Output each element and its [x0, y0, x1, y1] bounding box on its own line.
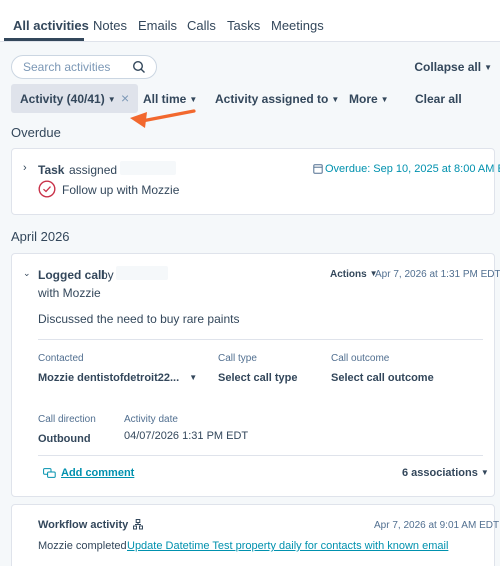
divider [38, 455, 483, 456]
workflow-link[interactable]: Update Datetime Test property daily for … [127, 540, 448, 552]
tab-all-activities[interactable]: All activities [13, 18, 89, 33]
associations-label: 6 associations [402, 467, 478, 479]
call-direction-label: Call direction [38, 414, 96, 425]
actions-dropdown[interactable]: Actions ▼ [330, 269, 378, 280]
workflow-text-prefix: Mozzie completed [38, 540, 127, 552]
activity-filter-label: Activity (40/41) [20, 92, 105, 106]
call-type-label: Call type [218, 353, 257, 364]
task-title[interactable]: Task [38, 163, 64, 177]
annotation-arrow-icon [130, 109, 196, 128]
tab-calls[interactable]: Calls [187, 18, 216, 33]
activity-date-label: Activity date [124, 414, 178, 425]
workflow-date: Apr 7, 2026 at 9:01 AM EDT [374, 520, 500, 531]
logged-call-card: ⌄ Logged call by with Mozzie Actions ▼ Ap… [11, 253, 500, 497]
workflow-icon [133, 519, 143, 530]
actions-label: Actions [330, 269, 367, 280]
tab-notes[interactable]: Notes [93, 18, 127, 33]
more-filter-label: More [349, 92, 378, 106]
call-date: Apr 7, 2026 at 1:31 PM EDT [375, 269, 500, 280]
contacted-value: Mozzie dentistofdetroit22... [38, 372, 180, 384]
divider [38, 339, 483, 340]
workflow-activity-card: Workflow activity Apr 7, 2026 at 9:01 AM… [11, 504, 499, 566]
time-filter-button[interactable]: All time ▼ [143, 92, 197, 106]
caret-down-icon: ▼ [189, 95, 198, 104]
call-by: by [101, 268, 114, 282]
call-body[interactable]: Discussed the need to buy rare paints [38, 312, 239, 326]
activity-date-input[interactable]: 04/07/2026 1:31 PM EDT [124, 430, 248, 442]
tab-emails[interactable]: Emails [138, 18, 177, 33]
tab-meetings[interactable]: Meetings [271, 18, 324, 33]
associations-dropdown[interactable]: 6 associations ▼ [402, 467, 489, 479]
task-text[interactable]: Follow up with Mozzie [62, 183, 179, 197]
section-april-2026: April 2026 [11, 229, 70, 244]
contacted-select[interactable]: Mozzie dentistofdetroit22... ▼ [38, 372, 197, 384]
call-outcome-label: Call outcome [331, 353, 390, 364]
time-filter-label: All time [143, 92, 187, 106]
complete-task-check-icon[interactable] [38, 180, 56, 198]
chevron-down-icon[interactable]: ⌄ [23, 268, 31, 279]
active-tab-indicator [4, 38, 84, 41]
activity-tabs: All activities Notes Emails Calls Tasks … [0, 0, 500, 42]
task-due-date[interactable]: Overdue: Sep 10, 2025 at 8:00 AM EDT [325, 163, 500, 175]
workflow-title[interactable]: Workflow activity [38, 519, 128, 531]
calendar-icon [313, 164, 323, 174]
call-direction-select[interactable]: Outbound [38, 433, 91, 445]
tab-tasks[interactable]: Tasks [227, 18, 260, 33]
caret-down-icon: ▼ [380, 95, 389, 104]
collapse-all-label: Collapse all [414, 60, 482, 74]
task-card: › Task assigned to Overdue: Sep 10, 2025… [11, 148, 500, 215]
section-overdue: Overdue [11, 125, 61, 140]
search-box [11, 55, 157, 79]
caret-down-icon: ▼ [107, 95, 116, 104]
assigned-filter-button[interactable]: Activity assigned to ▼ [215, 92, 339, 106]
chevron-right-icon[interactable]: › [23, 162, 27, 174]
caret-down-icon: ▼ [484, 63, 492, 72]
redacted-owner [120, 161, 176, 175]
comment-icon [43, 468, 56, 478]
call-title[interactable]: Logged call [38, 268, 105, 282]
call-with: with Mozzie [38, 286, 101, 300]
add-comment-link[interactable]: Add comment [61, 467, 134, 479]
caret-down-icon: ▼ [480, 468, 489, 477]
search-icon[interactable] [132, 60, 146, 74]
call-outcome-select[interactable]: Select call outcome [331, 372, 434, 384]
call-type-select[interactable]: Select call type [218, 372, 298, 384]
contacted-label: Contacted [38, 353, 84, 364]
assigned-filter-label: Activity assigned to [215, 92, 329, 106]
collapse-all-button[interactable]: Collapse all ▼ [414, 60, 492, 74]
caret-down-icon: ▼ [331, 95, 340, 104]
redacted-author [116, 266, 168, 280]
filter-bar: Activity (40/41) ▼ × All time ▼ Activity a… [0, 84, 500, 114]
close-icon[interactable]: × [121, 90, 129, 106]
caret-down-icon: ▼ [189, 373, 198, 382]
clear-all-button[interactable]: Clear all [415, 92, 462, 106]
activity-filter-button[interactable]: Activity (40/41) ▼ [20, 92, 116, 106]
more-filter-button[interactable]: More ▼ [349, 92, 389, 106]
search-input[interactable] [23, 59, 133, 75]
